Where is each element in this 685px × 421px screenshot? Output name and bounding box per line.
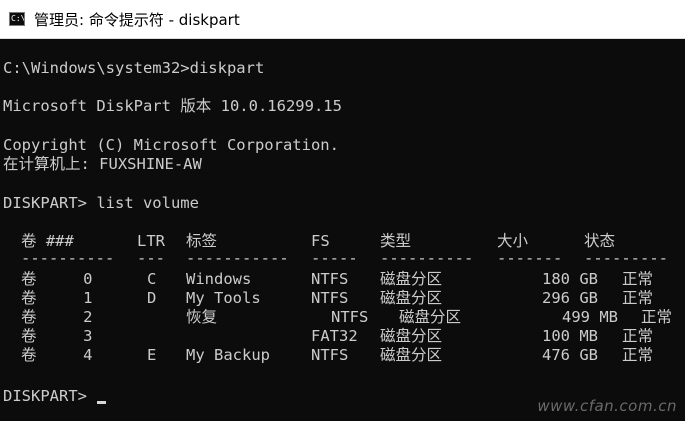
row-volume: 卷 0 xyxy=(21,270,93,288)
row-volume: 卷 3 xyxy=(21,327,93,345)
console-output[interactable]: C:\Windows\system32>diskpart Microsoft D… xyxy=(0,39,685,421)
row-fs: NTFS xyxy=(311,289,349,307)
row-fs: FAT32 xyxy=(311,327,358,345)
row-ltr: C xyxy=(147,270,157,288)
row-type: 磁盘分区 xyxy=(380,346,443,364)
row-ltr: D xyxy=(147,289,157,307)
row-label: Windows xyxy=(186,270,252,288)
row-volume: 卷 2 xyxy=(21,308,93,326)
separator-ltr: --- xyxy=(137,249,165,267)
row-size: 499 MB xyxy=(562,308,618,326)
row-type: 磁盘分区 xyxy=(380,270,443,288)
separator-label: ----------- xyxy=(186,249,289,267)
row-type: 磁盘分区 xyxy=(380,327,443,345)
console-window: C:\ 管理员: 命令提示符 - diskpart C:\Windows\sys… xyxy=(0,0,685,421)
row-fs: NTFS xyxy=(311,270,349,288)
separator-size: ------- xyxy=(497,249,563,267)
row-label: My Tools xyxy=(186,289,261,307)
row-size: 296 GB xyxy=(542,289,598,307)
command-line-diskpart: C:\Windows\system32>diskpart xyxy=(3,59,265,77)
watermark: www.cfan.com.cn xyxy=(537,397,677,415)
diskpart-prompt-line[interactable]: DISKPART> xyxy=(3,387,107,406)
row-status: 正常 xyxy=(622,346,654,364)
row-ltr: E xyxy=(147,346,157,364)
row-fs: NTFS xyxy=(311,346,349,364)
row-size: 100 MB xyxy=(542,327,598,345)
row-fs: NTFS xyxy=(331,308,369,326)
title-bar[interactable]: C:\ 管理员: 命令提示符 - diskpart xyxy=(0,0,685,39)
row-size: 180 GB xyxy=(542,270,598,288)
window-title: 管理员: 命令提示符 - diskpart xyxy=(34,10,240,29)
text-cursor xyxy=(97,401,107,404)
row-type: 磁盘分区 xyxy=(380,289,443,307)
row-status: 正常 xyxy=(622,289,654,307)
copyright-line: Copyright (C) Microsoft Corporation. xyxy=(3,136,339,154)
separator-status: --------- xyxy=(584,249,668,267)
machine-line: 在计算机上: FUXSHINE-AW xyxy=(3,155,202,173)
separator-type: ---------- xyxy=(380,249,474,267)
row-status: 正常 xyxy=(622,270,654,288)
separator-fs: ----- xyxy=(311,249,358,267)
row-volume: 卷 4 xyxy=(21,346,93,364)
list-volume-command: DISKPART> list volume xyxy=(3,194,199,212)
row-type: 磁盘分区 xyxy=(399,308,462,326)
row-status: 正常 xyxy=(641,308,673,326)
row-status: 正常 xyxy=(622,327,654,345)
separator-volume: ---------- xyxy=(21,249,115,267)
command-prompt-icon: C:\ xyxy=(9,12,25,26)
row-volume: 卷 1 xyxy=(21,289,93,307)
diskpart-prompt: DISKPART> xyxy=(3,387,97,405)
row-label: My Backup xyxy=(186,346,270,364)
version-line: Microsoft DiskPart 版本 10.0.16299.15 xyxy=(3,97,342,115)
row-label: 恢复 xyxy=(186,308,218,326)
row-size: 476 GB xyxy=(542,346,598,364)
